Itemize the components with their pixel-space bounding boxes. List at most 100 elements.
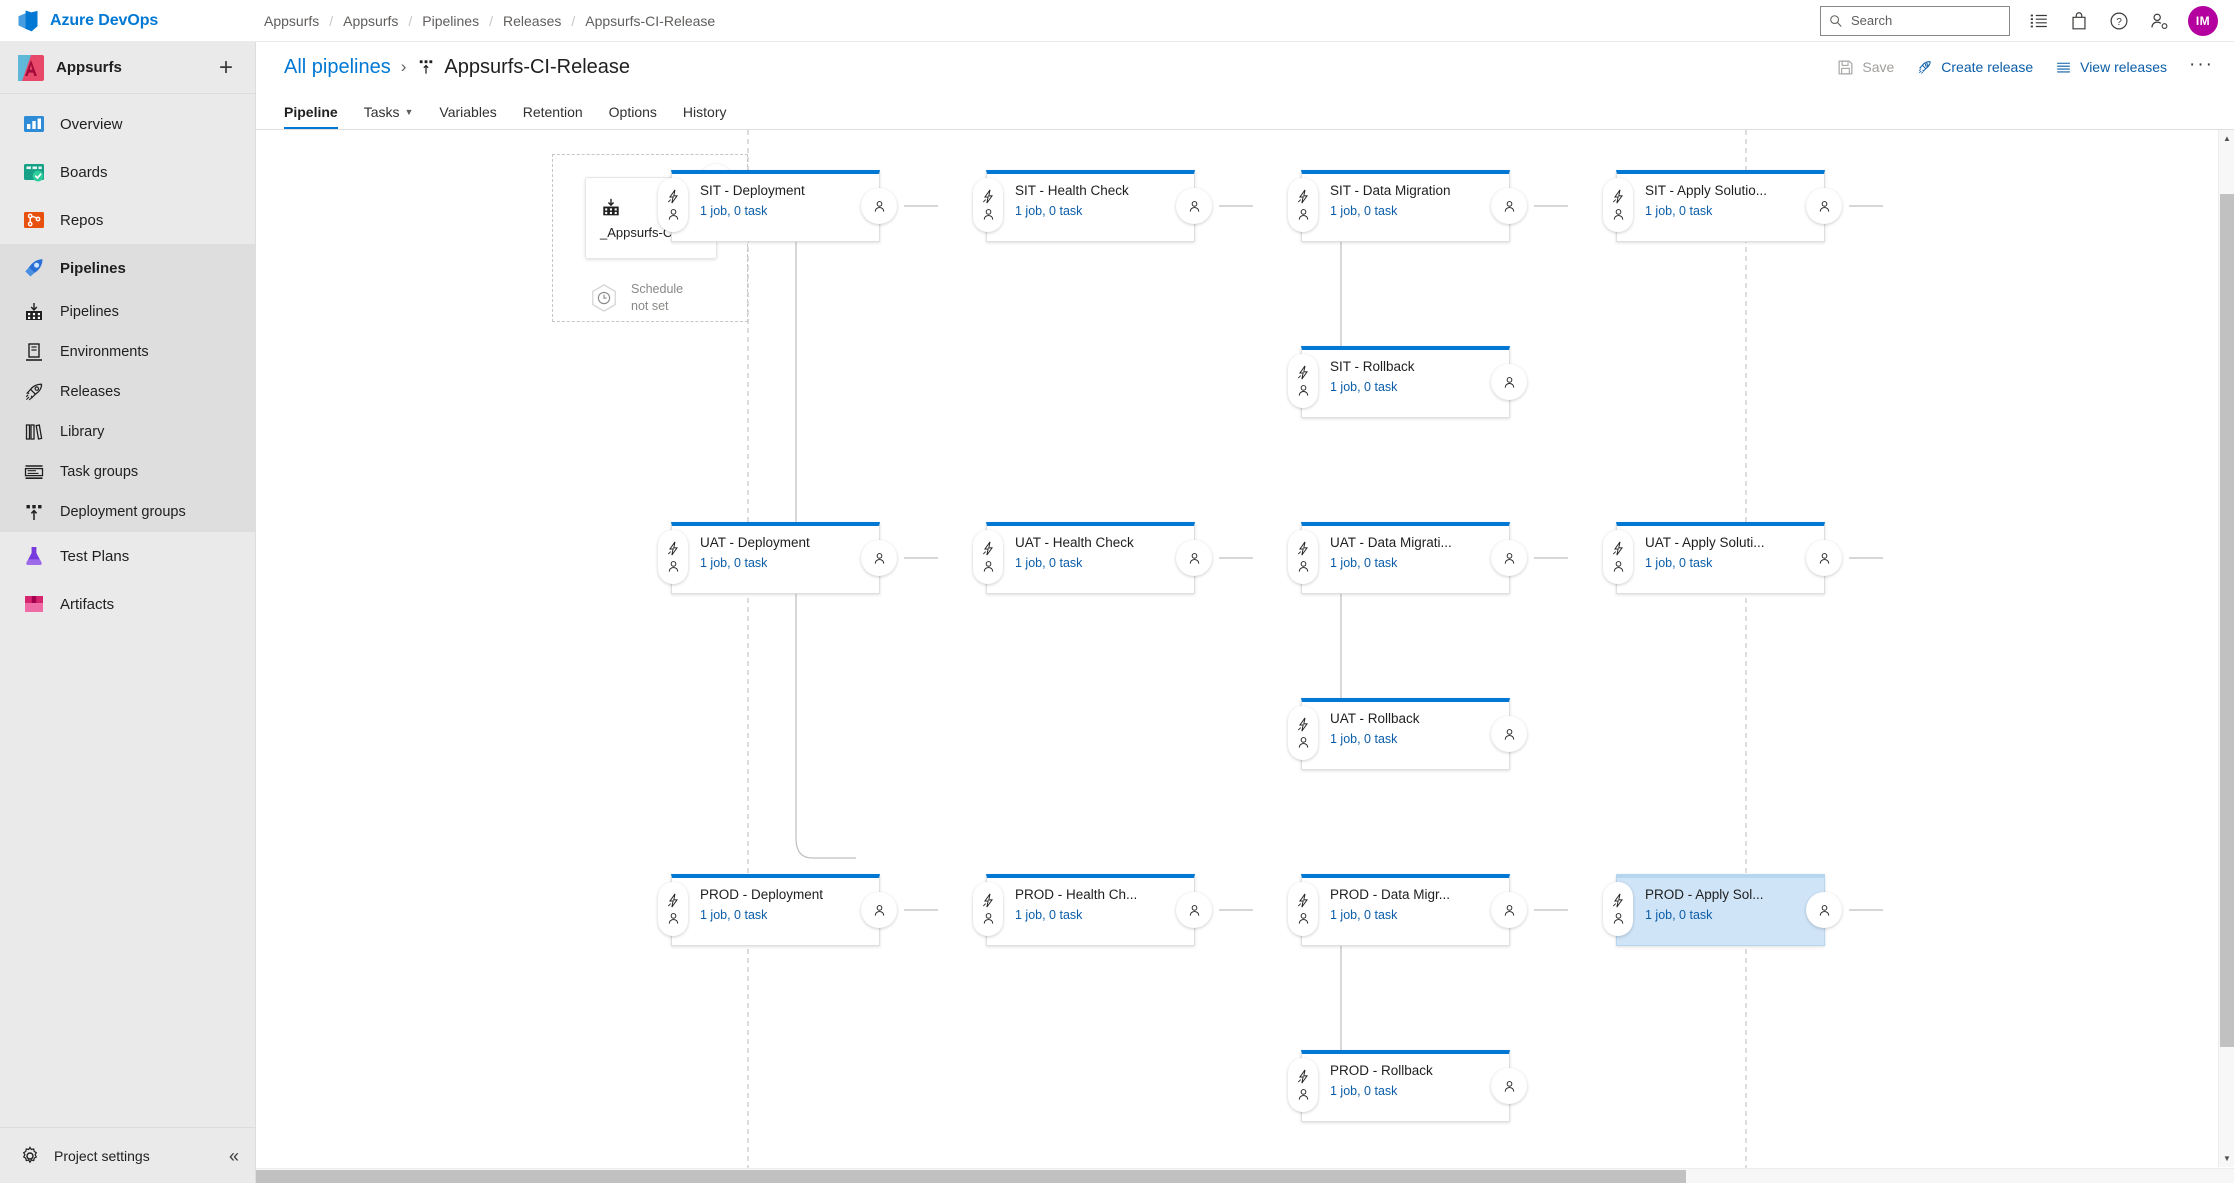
tab-pipeline[interactable]: Pipeline [284, 104, 338, 129]
stage-job-task-count[interactable]: 1 job, 0 task [1330, 204, 1499, 218]
pre-deployment-conditions-button[interactable] [1288, 882, 1318, 936]
stage-card[interactable]: SIT - Health Check 1 job, 0 task [973, 170, 1212, 242]
horizontal-scrollbar[interactable] [256, 1168, 2234, 1183]
pre-deployment-conditions-button[interactable] [973, 530, 1003, 584]
create-release-button[interactable]: Create release [1916, 59, 2033, 76]
pre-deployment-conditions-button[interactable] [1288, 530, 1318, 584]
sidebar-item-library[interactable]: Library [0, 412, 255, 452]
pre-deployment-conditions-button[interactable] [658, 530, 688, 584]
sidebar-item-pipelines-sub[interactable]: Pipelines [0, 292, 255, 332]
tab-variables[interactable]: Variables [439, 104, 496, 129]
stage-card[interactable]: UAT - Deployment 1 job, 0 task [658, 522, 897, 594]
project-settings-row[interactable]: Project settings « [0, 1127, 255, 1183]
sidebar-item-boards[interactable]: Boards [0, 148, 255, 196]
breadcrumb-item-1[interactable]: Appsurfs [343, 13, 398, 29]
stage-card[interactable]: UAT - Data Migrati... 1 job, 0 task [1288, 522, 1527, 594]
pre-deployment-conditions-button[interactable] [1288, 1058, 1318, 1112]
stage-card[interactable]: PROD - Deployment 1 job, 0 task [658, 874, 897, 946]
post-deployment-conditions-button[interactable] [1491, 188, 1527, 224]
vertical-scrollbar[interactable]: ▲ ▼ [2218, 130, 2234, 1167]
scroll-down-arrow[interactable]: ▼ [2219, 1150, 2234, 1167]
stage-card[interactable]: PROD - Data Migr... 1 job, 0 task [1288, 874, 1527, 946]
post-deployment-conditions-button[interactable] [1806, 188, 1842, 224]
stage-job-task-count[interactable]: 1 job, 0 task [700, 204, 869, 218]
schedule-trigger-button[interactable]: Schedule not set [589, 281, 683, 315]
stage-card[interactable]: PROD - Health Ch... 1 job, 0 task [973, 874, 1212, 946]
sidebar-item-artifacts[interactable]: Artifacts [0, 580, 255, 628]
add-new-button[interactable]: + [213, 55, 239, 81]
stage-card[interactable]: PROD - Apply Sol... 1 job, 0 task [1603, 874, 1842, 946]
breadcrumb-item-3[interactable]: Releases [503, 13, 561, 29]
stage-card[interactable]: SIT - Rollback 1 job, 0 task [1288, 346, 1527, 418]
post-deployment-conditions-button[interactable] [1491, 716, 1527, 752]
project-header[interactable]: Appsurfs + [0, 42, 255, 94]
stage-job-task-count[interactable]: 1 job, 0 task [700, 556, 869, 570]
collapse-sidebar-button[interactable]: « [229, 1147, 239, 1165]
pre-deployment-conditions-button[interactable] [1603, 882, 1633, 936]
stage-card[interactable]: UAT - Rollback 1 job, 0 task [1288, 698, 1527, 770]
tab-retention[interactable]: Retention [523, 104, 583, 129]
breadcrumb-item-4[interactable]: Appsurfs-CI-Release [585, 13, 715, 29]
stage-job-task-count[interactable]: 1 job, 0 task [1645, 556, 1814, 570]
stage-job-task-count[interactable]: 1 job, 0 task [1645, 204, 1814, 218]
stage-job-task-count[interactable]: 1 job, 0 task [1330, 556, 1499, 570]
global-search[interactable] [1820, 5, 2010, 36]
stage-job-task-count[interactable]: 1 job, 0 task [1330, 1084, 1499, 1098]
work-items-icon[interactable] [2028, 10, 2050, 32]
tab-options[interactable]: Options [609, 104, 657, 129]
tab-tasks[interactable]: Tasks ▼ [364, 104, 414, 129]
horizontal-scroll-thumb[interactable] [256, 1170, 1686, 1183]
azure-devops-home-link[interactable]: Azure DevOps [0, 0, 256, 42]
stage-job-task-count[interactable]: 1 job, 0 task [700, 908, 869, 922]
sidebar-item-task-groups[interactable]: Task groups [0, 452, 255, 492]
vertical-scroll-thumb[interactable] [2220, 194, 2234, 1047]
pipeline-canvas[interactable]: _Appsurfs-CI-Build Schedule not set SIT … [256, 130, 2234, 1183]
post-deployment-conditions-button[interactable] [1176, 188, 1212, 224]
stage-card[interactable]: UAT - Health Check 1 job, 0 task [973, 522, 1212, 594]
post-deployment-conditions-button[interactable] [1806, 540, 1842, 576]
post-deployment-conditions-button[interactable] [1491, 364, 1527, 400]
marketplace-bag-icon[interactable] [2068, 10, 2090, 32]
sidebar-item-deployment-groups[interactable]: Deployment groups [0, 492, 255, 532]
user-settings-icon[interactable] [2148, 10, 2170, 32]
stage-card[interactable]: SIT - Deployment 1 job, 0 task [658, 170, 897, 242]
stage-job-task-count[interactable]: 1 job, 0 task [1015, 556, 1184, 570]
post-deployment-conditions-button[interactable] [861, 540, 897, 576]
stage-card[interactable]: PROD - Rollback 1 job, 0 task [1288, 1050, 1527, 1122]
tab-history[interactable]: History [683, 104, 727, 129]
pre-deployment-conditions-button[interactable] [658, 178, 688, 232]
sidebar-item-test-plans[interactable]: Test Plans [0, 532, 255, 580]
pre-deployment-conditions-button[interactable] [1603, 178, 1633, 232]
stage-job-task-count[interactable]: 1 job, 0 task [1015, 204, 1184, 218]
stage-job-task-count[interactable]: 1 job, 0 task [1330, 380, 1499, 394]
scroll-up-arrow[interactable]: ▲ [2219, 130, 2234, 147]
all-pipelines-link[interactable]: All pipelines [284, 56, 391, 79]
pre-deployment-conditions-button[interactable] [973, 178, 1003, 232]
pre-deployment-conditions-button[interactable] [1288, 706, 1318, 760]
post-deployment-conditions-button[interactable] [1491, 540, 1527, 576]
save-button[interactable]: Save [1837, 59, 1894, 76]
post-deployment-conditions-button[interactable] [1491, 1068, 1527, 1104]
stage-job-task-count[interactable]: 1 job, 0 task [1330, 908, 1499, 922]
sidebar-item-pipelines[interactable]: Pipelines [0, 244, 255, 292]
pre-deployment-conditions-button[interactable] [1603, 530, 1633, 584]
stage-job-task-count[interactable]: 1 job, 0 task [1330, 732, 1499, 746]
avatar[interactable]: IM [2188, 5, 2218, 36]
post-deployment-conditions-button[interactable] [1176, 540, 1212, 576]
stage-job-task-count[interactable]: 1 job, 0 task [1015, 908, 1184, 922]
stage-job-task-count[interactable]: 1 job, 0 task [1645, 908, 1814, 922]
sidebar-item-repos[interactable]: Repos [0, 196, 255, 244]
more-actions-button[interactable]: ··· [2189, 55, 2214, 80]
post-deployment-conditions-button[interactable] [1806, 892, 1842, 928]
search-input[interactable] [1851, 13, 2001, 28]
pre-deployment-conditions-button[interactable] [658, 882, 688, 936]
pre-deployment-conditions-button[interactable] [1288, 354, 1318, 408]
post-deployment-conditions-button[interactable] [1176, 892, 1212, 928]
pre-deployment-conditions-button[interactable] [1288, 178, 1318, 232]
breadcrumb-item-2[interactable]: Pipelines [422, 13, 479, 29]
pre-deployment-conditions-button[interactable] [973, 882, 1003, 936]
stage-card[interactable]: SIT - Data Migration 1 job, 0 task [1288, 170, 1527, 242]
post-deployment-conditions-button[interactable] [861, 892, 897, 928]
sidebar-item-releases[interactable]: Releases [0, 372, 255, 412]
sidebar-item-overview[interactable]: Overview [0, 100, 255, 148]
